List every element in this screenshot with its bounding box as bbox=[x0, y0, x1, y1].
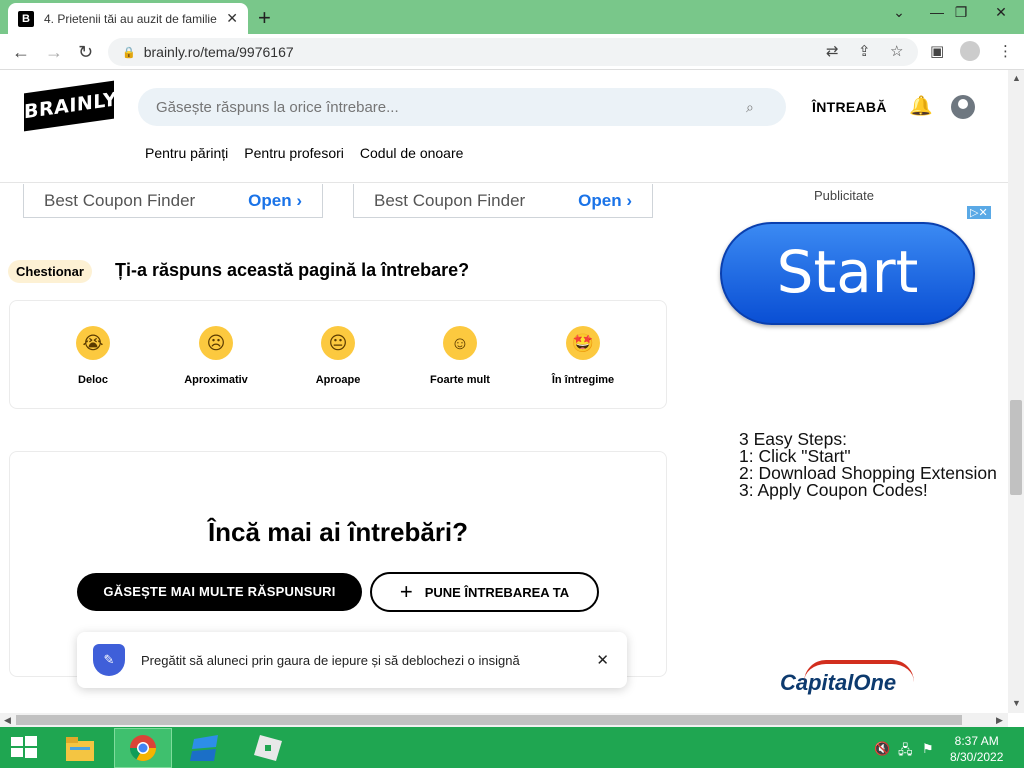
coupon-open-link[interactable]: Open › bbox=[578, 191, 632, 211]
tab-close-icon[interactable]: ✕ bbox=[226, 10, 238, 27]
ask-question-button[interactable]: + PUNE ÎNTREBAREA TA bbox=[370, 572, 599, 612]
window-close-icon[interactable]: ✕ bbox=[986, 4, 1016, 21]
lock-icon: 🔒 bbox=[122, 46, 136, 59]
rating-option-deloc[interactable]: 😭 Deloc bbox=[43, 326, 143, 386]
avatar-icon[interactable] bbox=[951, 95, 975, 119]
roblox-icon[interactable] bbox=[252, 733, 284, 763]
rating-option-aproximativ[interactable]: ☹ Aproximativ bbox=[166, 326, 266, 386]
clock-time: 8:37 AM bbox=[954, 734, 999, 748]
header-divider bbox=[0, 182, 1008, 183]
coupon-text: Best Coupon Finder bbox=[374, 190, 526, 210]
file-explorer-icon[interactable] bbox=[64, 733, 96, 763]
capital-one-swoosh bbox=[804, 660, 914, 682]
windows-start-icon[interactable] bbox=[10, 735, 38, 759]
chrome-icon[interactable] bbox=[128, 733, 160, 763]
search-input[interactable] bbox=[156, 98, 746, 116]
ad-choices-icon[interactable]: ▷✕ bbox=[967, 206, 991, 219]
vertical-scrollbar[interactable] bbox=[1008, 70, 1024, 713]
find-more-answers-button[interactable]: GĂSEȘTE MAI MULTE RĂSPUNSURI bbox=[77, 573, 362, 611]
network-icon[interactable]: 🖧 bbox=[898, 741, 913, 763]
smiling-face-icon: ☺ bbox=[443, 326, 477, 360]
rating-label: Foarte mult bbox=[430, 374, 490, 386]
capital-one-logo[interactable]: CapitalOne bbox=[780, 660, 914, 696]
notification-flag-icon[interactable]: ⚑ bbox=[922, 741, 934, 757]
scroll-up-arrow-icon[interactable]: ▲ bbox=[1012, 73, 1021, 83]
star-eyes-face-icon: 🤩 bbox=[566, 326, 600, 360]
ad-start-button[interactable]: Start bbox=[720, 222, 975, 325]
plus-icon: + bbox=[399, 579, 413, 604]
share-icon[interactable]: ⇪ bbox=[858, 42, 871, 60]
tab-search-chevron-icon[interactable]: ⌄ bbox=[884, 4, 914, 21]
bookmark-star-icon[interactable]: ☆ bbox=[890, 42, 903, 60]
coupon-open-link[interactable]: Open › bbox=[248, 191, 302, 211]
badge-shield-icon: ✎ bbox=[93, 644, 125, 676]
volume-muted-icon[interactable]: 🔇 bbox=[874, 741, 890, 757]
browser-tab[interactable]: B 4. Prietenii tăi au auzit de familie ✕ bbox=[8, 3, 248, 34]
new-tab-icon[interactable]: + bbox=[258, 5, 271, 31]
rating-label: Aproape bbox=[315, 374, 361, 386]
rating-label: În întregime bbox=[551, 374, 615, 386]
rating-label: Aproximativ bbox=[184, 374, 248, 386]
badge-toast: ✎ Pregătit să aluneci prin gaura de iepu… bbox=[77, 632, 627, 688]
ask-button[interactable]: ÎNTREABĂ bbox=[812, 99, 887, 115]
scroll-down-arrow-icon[interactable]: ▼ bbox=[1012, 698, 1021, 708]
more-questions-title: Încă mai ai întrebări? bbox=[207, 517, 469, 547]
coupon-ad-2[interactable]: Best Coupon Finder Open › bbox=[353, 184, 653, 218]
coupon-text: Best Coupon Finder bbox=[44, 190, 196, 210]
sub-navigation: Pentru părinți Pentru profesori Codul de… bbox=[145, 145, 463, 161]
ad-label: Publicitate bbox=[814, 188, 874, 203]
ask-question-label: PUNE ÎNTREBAREA TA bbox=[424, 584, 570, 600]
nav-teachers-link[interactable]: Pentru profesori bbox=[244, 145, 344, 161]
scroll-left-arrow-icon[interactable]: ◀ bbox=[4, 715, 11, 726]
vertical-scroll-thumb[interactable] bbox=[1010, 400, 1022, 495]
bell-icon[interactable]: 🔔 bbox=[909, 94, 933, 118]
toast-message: Pregătit să aluneci prin gaura de iepure… bbox=[141, 652, 520, 668]
clock-date: 8/30/2022 bbox=[950, 750, 1004, 764]
restore-icon[interactable]: ❐ bbox=[946, 4, 976, 21]
scroll-right-arrow-icon[interactable]: ▶ bbox=[996, 715, 1003, 726]
nav-parents-link[interactable]: Pentru părinți bbox=[145, 145, 228, 161]
horizontal-scroll-thumb[interactable] bbox=[16, 715, 962, 725]
menu-dots-icon[interactable]: ⋮ bbox=[998, 42, 1013, 60]
address-bar[interactable]: 🔒 brainly.ro/tema/9976167 bbox=[108, 38, 918, 66]
url-text: brainly.ro/tema/9976167 bbox=[143, 44, 294, 60]
clock[interactable]: 8:37 AM 8/30/2022 bbox=[950, 733, 1003, 765]
rating-option-foarte-mult[interactable]: ☺ Foarte mult bbox=[410, 326, 510, 386]
brainly-logo[interactable]: BRAINLY bbox=[24, 80, 117, 132]
ad-steps: 3 Easy Steps: 1: Click "Start" 2: Downlo… bbox=[739, 430, 999, 500]
sad-face-icon: ☹ bbox=[199, 326, 233, 360]
search-bar[interactable]: ⌕ bbox=[138, 88, 786, 126]
tab-title: 4. Prietenii tăi au auzit de familie bbox=[44, 11, 217, 26]
app-blue-icon[interactable] bbox=[190, 733, 222, 763]
rating-option-aproape[interactable]: 😐 Aproape bbox=[288, 326, 388, 386]
questionnaire-title: Ți-a răspuns această pagină la întrebare… bbox=[115, 260, 470, 280]
rating-label: Deloc bbox=[78, 374, 108, 386]
brainly-favicon-icon: B bbox=[18, 10, 34, 27]
neutral-face-icon: 😐 bbox=[321, 326, 355, 360]
rating-option-in-intregime[interactable]: 🤩 În întregime bbox=[533, 326, 633, 386]
translate-icon[interactable]: ⇄ bbox=[826, 42, 839, 60]
crying-face-icon: 😭 bbox=[76, 326, 110, 360]
back-arrow-icon[interactable]: ← bbox=[12, 42, 30, 63]
profile-icon[interactable] bbox=[960, 41, 980, 61]
coupon-ad-1[interactable]: Best Coupon Finder Open › bbox=[23, 184, 323, 218]
reload-icon[interactable]: ↻ bbox=[78, 42, 93, 63]
side-panel-icon[interactable]: ▣ bbox=[930, 42, 944, 60]
questionnaire-badge: Chestionar bbox=[8, 260, 92, 283]
toast-close-icon[interactable]: ✕ bbox=[596, 651, 609, 669]
ad-step-line: 3: Apply Coupon Codes! bbox=[739, 480, 928, 500]
nav-honor-code-link[interactable]: Codul de onoare bbox=[360, 145, 464, 161]
search-icon[interactable]: ⌕ bbox=[746, 99, 754, 116]
forward-arrow-icon[interactable]: → bbox=[45, 42, 63, 63]
